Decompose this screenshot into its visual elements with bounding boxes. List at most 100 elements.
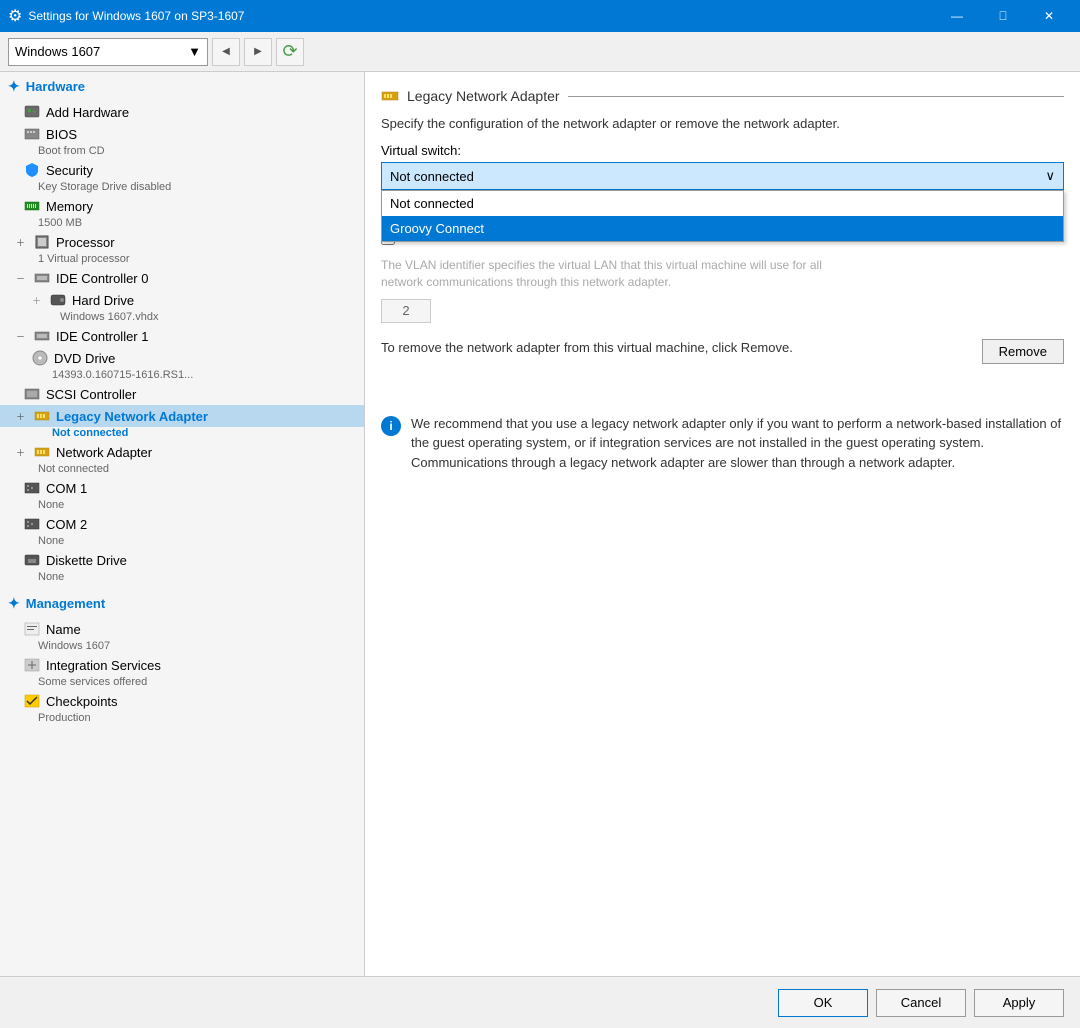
- panel-section-header: Legacy Network Adapter: [381, 88, 1064, 104]
- title-bar: ⚙ Settings for Windows 1607 on SP3-1607 …: [0, 0, 1080, 32]
- sidebar-item-checkpoints[interactable]: Checkpoints Production: [0, 690, 364, 726]
- sidebar-item-add-hardware[interactable]: + Add Hardware: [0, 101, 364, 123]
- window-controls: — ⎕ ✕: [934, 0, 1072, 32]
- content-area: ✦ Hardware + Add Hardware: [0, 72, 1080, 976]
- sidebar: ✦ Hardware + Add Hardware: [0, 72, 365, 976]
- info-text: We recommend that you use a legacy netwo…: [411, 414, 1064, 473]
- info-box: i We recommend that you use a legacy net…: [381, 414, 1064, 473]
- sidebar-item-processor[interactable]: ＋ Processor 1 Virtual processor: [0, 231, 364, 267]
- management-section-header: ✦ Management: [0, 589, 364, 618]
- remove-button[interactable]: Remove: [982, 339, 1064, 364]
- refresh-button[interactable]: ⟳: [276, 38, 304, 66]
- sidebar-item-name[interactable]: Name Windows 1607: [0, 618, 364, 654]
- integration-sublabel: Some services offered: [0, 676, 364, 690]
- nic-expand-icon: ＋: [16, 446, 28, 459]
- diskette-icon: [24, 552, 40, 568]
- bios-sublabel: Boot from CD: [0, 145, 364, 159]
- maximize-button[interactable]: ⎕: [980, 0, 1026, 32]
- virtual-switch-arrow: ∨: [1045, 168, 1055, 184]
- scsi-label: SCSI Controller: [46, 387, 136, 402]
- hard-drive-label: Hard Drive: [72, 293, 134, 308]
- name-label: Name: [46, 622, 81, 637]
- legacy-nic-icon: [34, 408, 50, 424]
- dvd-label: DVD Drive: [54, 351, 115, 366]
- virtual-switch-dropdown-list: Not connected Groovy Connect: [381, 190, 1064, 242]
- sidebar-item-com1[interactable]: COM 1 None: [0, 477, 364, 513]
- ide1-label: IDE Controller 1: [56, 329, 148, 344]
- com2-sublabel: None: [0, 535, 364, 549]
- virtual-switch-dropdown[interactable]: Not connected ∨: [381, 162, 1064, 190]
- sidebar-item-security[interactable]: Security Key Storage Drive disabled: [0, 159, 364, 195]
- sidebar-item-diskette[interactable]: Diskette Drive None: [0, 549, 364, 585]
- dvd-sublabel: 14393.0.160715-1616.RS1...: [0, 369, 364, 383]
- hardware-star-icon: ✦: [8, 78, 20, 95]
- com1-icon: [24, 480, 40, 496]
- sidebar-item-memory[interactable]: Memory 1500 MB: [0, 195, 364, 231]
- network-adapter-label: Network Adapter: [56, 445, 152, 460]
- checkpoints-label: Checkpoints: [46, 694, 118, 709]
- ide1-expand-icon: －: [16, 330, 28, 343]
- bottom-bar: OK Cancel Apply: [0, 976, 1080, 1028]
- com2-label: COM 2: [46, 517, 87, 532]
- bios-label: BIOS: [46, 127, 77, 142]
- vlan-number-box: 2: [381, 299, 431, 323]
- app-icon: ⚙: [8, 6, 22, 26]
- back-icon: ◀: [222, 46, 230, 57]
- nic-icon: [34, 444, 50, 460]
- sidebar-item-hard-drive[interactable]: ＋ Hard Drive Windows 1607.vhdx: [0, 289, 364, 325]
- hdd-expand-icon: ＋: [32, 294, 44, 307]
- sidebar-item-legacy-nic[interactable]: ＋ Legacy Network Adapter Not connected: [0, 405, 364, 441]
- name-icon: [24, 621, 40, 637]
- com1-label: COM 1: [46, 481, 87, 496]
- sidebar-item-scsi[interactable]: SCSI Controller: [0, 383, 364, 405]
- security-sublabel: Key Storage Drive disabled: [0, 181, 364, 195]
- ok-button[interactable]: OK: [778, 989, 868, 1017]
- processor-icon: [34, 234, 50, 250]
- com2-icon: [24, 516, 40, 532]
- toolbar: Windows 1607 ▼ ◀ ▶ ⟳: [0, 32, 1080, 72]
- management-star-icon: ✦: [8, 595, 20, 612]
- hard-drive-sublabel: Windows 1607.vhdx: [0, 311, 364, 325]
- integration-icon: [24, 657, 40, 673]
- hdd-icon: [50, 292, 66, 308]
- add-hardware-icon: +: [24, 104, 40, 120]
- back-button[interactable]: ◀: [212, 38, 240, 66]
- memory-label: Memory: [46, 199, 93, 214]
- sidebar-item-bios[interactable]: BIOS Boot from CD: [0, 123, 364, 159]
- sidebar-item-dvd[interactable]: DVD Drive 14393.0.160715-1616.RS1...: [0, 347, 364, 383]
- memory-icon: [24, 198, 40, 214]
- sidebar-item-com2[interactable]: COM 2 None: [0, 513, 364, 549]
- vm-selector-arrow: ▼: [188, 44, 201, 59]
- processor-expand-icon: ＋: [16, 236, 28, 249]
- add-hardware-label: Add Hardware: [46, 105, 129, 120]
- security-label: Security: [46, 163, 93, 178]
- ide0-label: IDE Controller 0: [56, 271, 148, 286]
- scsi-icon: [24, 386, 40, 402]
- forward-button[interactable]: ▶: [244, 38, 272, 66]
- minimize-button[interactable]: —: [934, 0, 980, 32]
- remove-description: To remove the network adapter from this …: [381, 340, 793, 355]
- hardware-section-title: Hardware: [26, 79, 85, 94]
- legacy-nic-sublabel: Not connected: [0, 427, 364, 441]
- network-adapter-sublabel: Not connected: [0, 463, 364, 477]
- sidebar-item-ide1[interactable]: － IDE Controller 1: [0, 325, 364, 347]
- forward-icon: ▶: [254, 46, 262, 57]
- dropdown-option-groovy-connect[interactable]: Groovy Connect: [382, 216, 1063, 241]
- sidebar-item-ide0[interactable]: － IDE Controller 0: [0, 267, 364, 289]
- legacy-nic-label: Legacy Network Adapter: [56, 409, 208, 424]
- processor-label: Processor: [56, 235, 115, 250]
- vlan-number: 2: [402, 303, 409, 318]
- bios-icon: [24, 126, 40, 142]
- cancel-button[interactable]: Cancel: [876, 989, 966, 1017]
- close-button[interactable]: ✕: [1026, 0, 1072, 32]
- apply-button[interactable]: Apply: [974, 989, 1064, 1017]
- sidebar-item-integration[interactable]: Integration Services Some services offer…: [0, 654, 364, 690]
- dvd-icon: [32, 350, 48, 366]
- security-icon: [24, 162, 40, 178]
- sidebar-item-network-adapter[interactable]: ＋ Network Adapter Not connected: [0, 441, 364, 477]
- checkpoints-sublabel: Production: [0, 712, 364, 726]
- vm-selector-dropdown[interactable]: Windows 1607 ▼: [8, 38, 208, 66]
- dropdown-option-not-connected[interactable]: Not connected: [382, 191, 1063, 216]
- integration-label: Integration Services: [46, 658, 161, 673]
- name-sublabel: Windows 1607: [0, 640, 364, 654]
